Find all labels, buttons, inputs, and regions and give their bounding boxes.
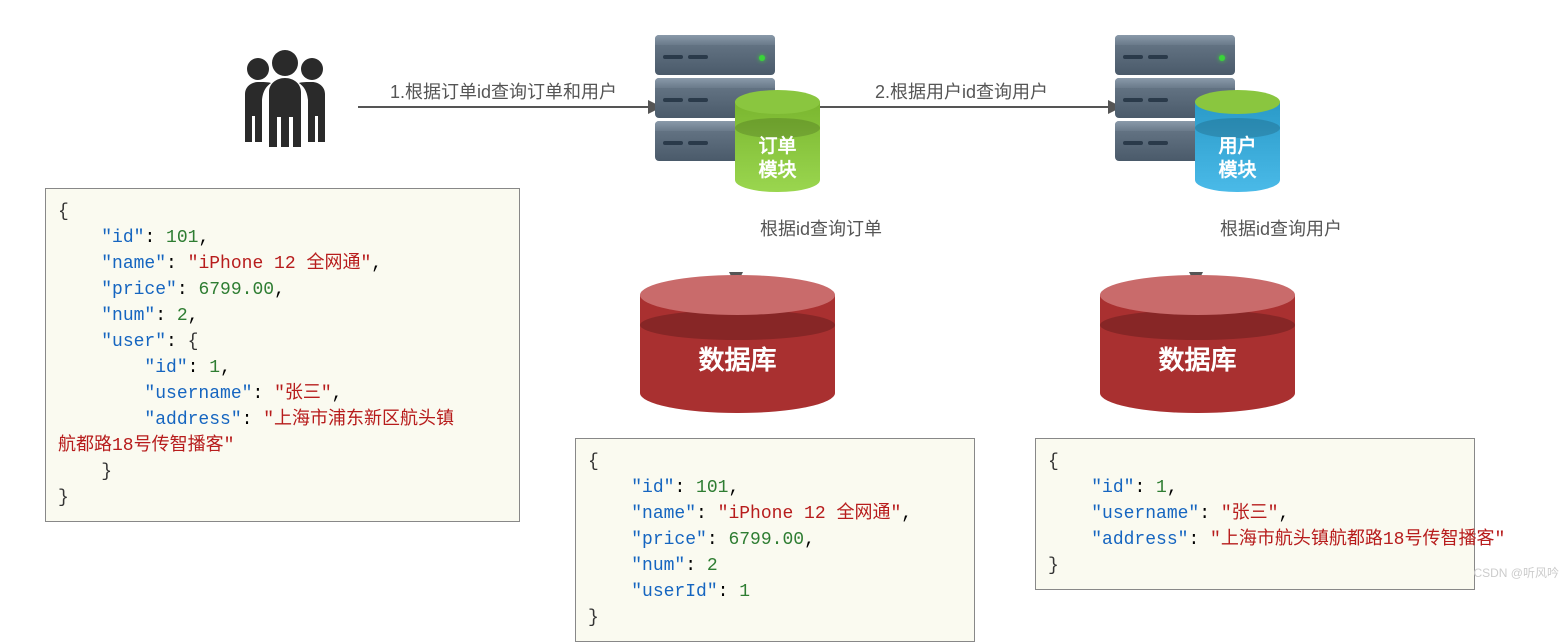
arrow-step2 [820,106,1108,108]
arrow-step1 [358,106,648,108]
json-combined-response: { "id": 101, "name": "iPhone 12 全网通", "p… [45,188,520,522]
order-server-icon: 订单模块 [655,35,785,170]
user-module-label-2: 模块 [1218,160,1256,181]
users-icon [225,45,345,160]
user-db-label: 数据库 [1100,340,1295,377]
user-database-icon: 数据库 [1100,275,1295,415]
watermark: CSDN @听风吟 [1473,564,1559,581]
label-user-db: 根据id查询用户 [1220,215,1342,241]
order-module-label-1: 订单 [758,136,796,157]
order-database-icon: 数据库 [640,275,835,415]
order-db-label: 数据库 [640,340,835,377]
user-server-icon: 用户模块 [1115,35,1245,170]
user-module-label-1: 用户 [1218,136,1256,157]
order-module-label-2: 模块 [758,160,796,181]
json-user-record: { "id": 1, "username": "张三", "address": … [1035,438,1475,590]
label-step2: 2.根据用户id查询用户 [875,78,1048,104]
architecture-diagram: 1.根据订单id查询订单和用户 订单模块 2.根据用户id查询用户 用户模块 [0,0,1567,583]
user-module-icon: 用户模块 [1195,90,1280,195]
json-order-record: { "id": 101, "name": "iPhone 12 全网通", "p… [575,438,975,642]
label-step1: 1.根据订单id查询订单和用户 [390,78,617,104]
order-module-icon: 订单模块 [735,90,820,195]
label-order-db: 根据id查询订单 [760,215,882,241]
